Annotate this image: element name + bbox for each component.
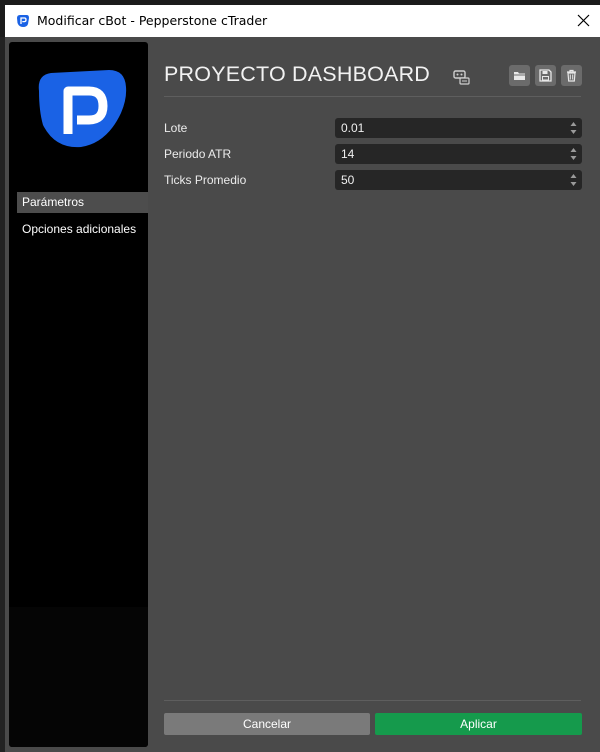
sidebar-item-parametros[interactable]: Parámetros <box>17 192 148 213</box>
periodo-atr-input[interactable]: 14 <box>335 144 582 164</box>
delete-button[interactable] <box>561 65 582 86</box>
delete-icon <box>567 69 576 82</box>
close-button[interactable] <box>566 5 600 37</box>
window-title: Modificar cBot - Pepperstone cTrader <box>37 13 268 28</box>
periodo-atr-value: 14 <box>341 147 355 161</box>
lote-input[interactable]: 0.01 <box>335 118 582 138</box>
sidebar: Parámetros Opciones adicionales <box>9 42 148 747</box>
apply-button[interactable]: Aplicar <box>375 713 582 735</box>
param-label-ticks-promedio: Ticks Promedio <box>164 173 247 187</box>
spinner-arrows-icon[interactable] <box>570 146 577 162</box>
ticks-promedio-input[interactable]: 50 <box>335 170 582 190</box>
ticks-promedio-value: 50 <box>341 173 355 187</box>
save-button[interactable] <box>535 65 556 86</box>
footer-divider <box>164 700 581 701</box>
sidebar-item-label: Opciones adicionales <box>22 222 137 236</box>
sidebar-footer <box>9 607 148 747</box>
save-icon <box>539 69 552 82</box>
param-label-periodo-atr: Periodo ATR <box>164 147 232 161</box>
pepperstone-logo <box>38 70 127 148</box>
title-bar: Modificar cBot - Pepperstone cTrader <box>5 5 600 37</box>
lote-value: 0.01 <box>341 121 365 135</box>
open-button[interactable] <box>509 65 530 86</box>
header-divider <box>164 96 581 97</box>
sidebar-item-label: Parámetros <box>22 195 85 209</box>
pepperstone-logo-icon <box>17 15 29 27</box>
page-title: PROYECTO DASHBOARD <box>164 62 431 86</box>
modify-cbot-dialog: Modificar cBot - Pepperstone cTrader Par… <box>5 5 600 752</box>
cancel-button[interactable]: Cancelar <box>164 713 370 735</box>
open-folder-icon <box>514 72 525 80</box>
spinner-arrows-icon[interactable] <box>570 120 577 136</box>
close-icon <box>577 14 590 27</box>
spinner-arrows-icon[interactable] <box>570 172 577 188</box>
param-label-lote: Lote <box>164 121 188 135</box>
sidebar-item-opciones-adicionales[interactable]: Opciones adicionales <box>17 219 148 240</box>
cbot-icon[interactable] <box>453 69 470 85</box>
